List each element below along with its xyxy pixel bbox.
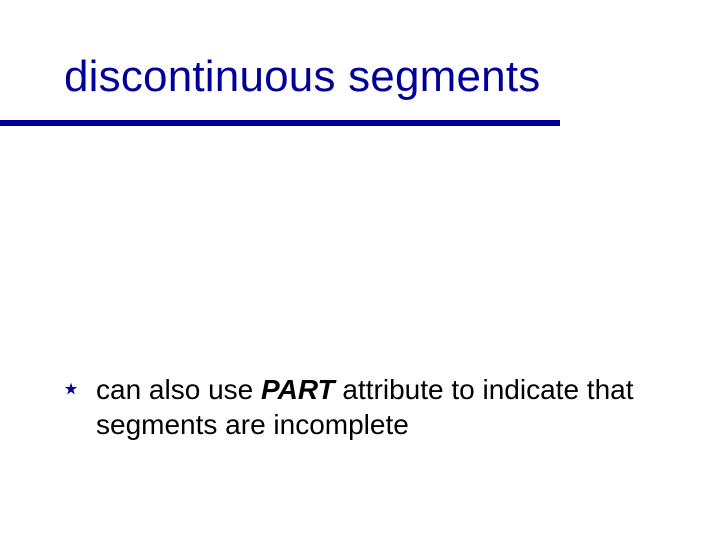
bullet-text-pre: can also use	[96, 374, 261, 405]
star-bullet-icon	[64, 382, 78, 401]
slide-title: discontinuous segments	[64, 52, 540, 102]
slide: discontinuous segments can also use PART…	[0, 0, 720, 540]
bullet-item: can also use PART attribute to indicate …	[64, 372, 656, 442]
bullet-text: can also use PART attribute to indicate …	[96, 372, 656, 442]
title-underline	[0, 120, 560, 126]
bullet-text-emph: PART	[261, 374, 335, 405]
